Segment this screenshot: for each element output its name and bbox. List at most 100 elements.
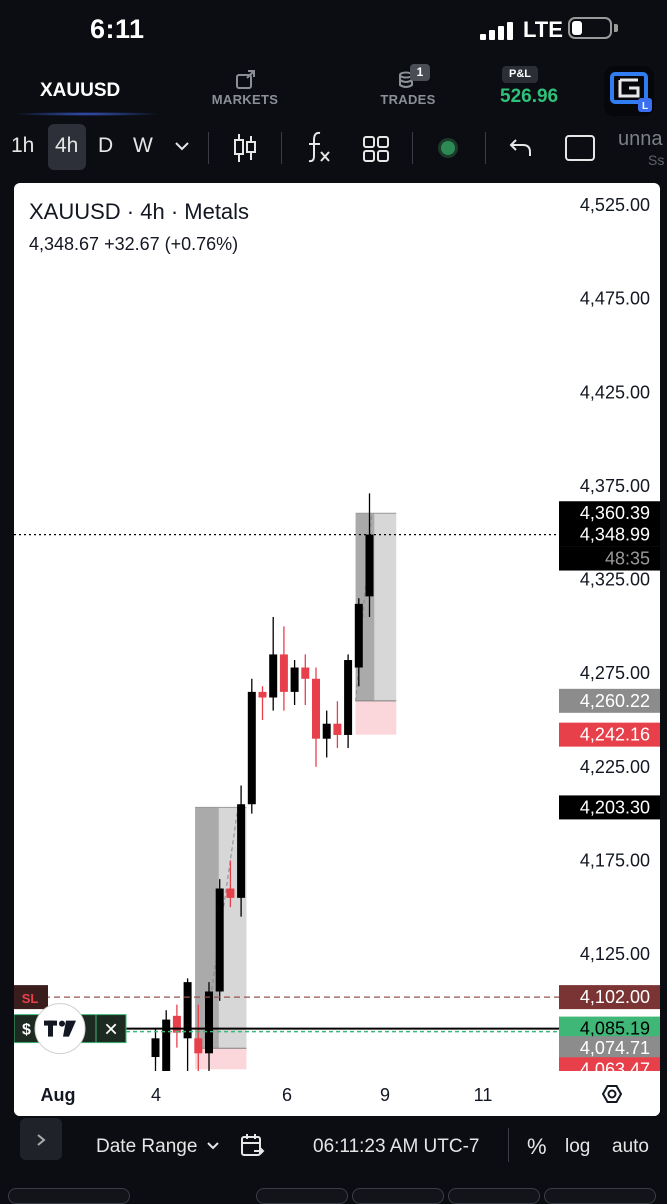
position-dollar-label: $: [22, 1022, 31, 1039]
candles-icon[interactable]: [232, 132, 258, 164]
price-tag-label: 4,348.99: [580, 525, 650, 545]
x-axis-tick-label: 4: [151, 1085, 161, 1105]
price-chart[interactable]: 4,525.00 4,475.00 4,425.00 4,375.00 4,325.00…: [14, 183, 660, 1116]
percent-scale-toggle[interactable]: %: [527, 1134, 547, 1160]
toolbar-divider: [412, 132, 413, 164]
toolbar-divider: [485, 132, 486, 164]
y-axis-tick-label: 4,375.00: [580, 476, 650, 496]
expand-panel-button[interactable]: [20, 1118, 62, 1160]
plot-area[interactable]: [151, 493, 397, 1098]
timeframe-d[interactable]: D: [98, 134, 113, 158]
y-axis-tick-label: 4,125.00: [580, 944, 650, 964]
pnl-label: P&L: [502, 66, 538, 83]
close-position-icon[interactable]: ✕: [103, 1020, 118, 1041]
candle-body: [344, 660, 353, 735]
pnl-value[interactable]: 526.96: [500, 86, 558, 108]
calendar-goto-icon[interactable]: [240, 1133, 266, 1159]
price-tag-label: 4,360.39: [580, 503, 650, 523]
x-axis-tick-label: 11: [474, 1085, 493, 1105]
candle-body: [172, 1015, 181, 1033]
candle-body: [258, 691, 267, 698]
y-axis-tick-label: 4,175.00: [580, 850, 650, 870]
status-time: 6:11: [90, 14, 145, 44]
layout-name[interactable]: unna: [618, 128, 667, 151]
y-axis-tick-label: 4,475.00: [580, 289, 650, 309]
tradingview-logo-badge: [34, 1003, 86, 1055]
price-tag-label: 4,102.00: [580, 987, 650, 1007]
tab-trades-label: TRADES: [380, 92, 436, 107]
trades-count-badge: 1: [410, 64, 430, 81]
chart-panel[interactable]: 4,525.00 4,475.00 4,425.00 4,375.00 4,325.00…: [14, 183, 660, 1116]
svg-text:L: L: [642, 101, 648, 112]
timeframe-w[interactable]: W: [133, 134, 153, 158]
price-tag-label: 4,260.22: [580, 691, 650, 711]
timeframe-4h[interactable]: 4h: [55, 134, 78, 158]
tab-markets-label: MARKETS: [211, 92, 279, 107]
chart-clock[interactable]: 06:11:23 AM UTC-7: [313, 1136, 480, 1158]
candle-body: [279, 654, 288, 692]
chart-title: XAUUSD · 4h · Metals: [29, 199, 250, 224]
candle-body: [226, 888, 235, 898]
price-tag-label: 4,085.19: [580, 1019, 650, 1039]
layout-subname: Ss: [648, 152, 665, 168]
battery-icon: [568, 17, 612, 39]
candle-body: [215, 888, 224, 992]
candle-body: [365, 534, 374, 597]
markets-icon: [236, 70, 255, 89]
candle-body: [237, 804, 246, 898]
auto-scale-toggle[interactable]: auto: [612, 1136, 649, 1158]
bottom-tab-pill[interactable]: [256, 1188, 348, 1204]
candle-body: [269, 654, 278, 698]
active-tab-indicator: [12, 112, 162, 116]
price-tag-label: 4,242.16: [580, 725, 650, 745]
app-logo-icon[interactable]: L: [604, 66, 654, 116]
y-axis-tick-label: 4,525.00: [580, 195, 650, 215]
candle-body: [333, 723, 342, 735]
signal-icon: [480, 22, 516, 40]
network-type: LTE: [523, 17, 563, 42]
battery-tip: [614, 24, 618, 32]
bottom-tab-pill[interactable]: [8, 1188, 130, 1204]
x-axis-tick-label: 6: [282, 1085, 292, 1105]
position-loss-zone: [195, 1048, 247, 1070]
live-status-icon[interactable]: [436, 136, 460, 160]
candle-body: [290, 667, 299, 692]
chart-ohlc-readout: 4,348.67 +32.67 (+0.76%): [29, 234, 239, 254]
x-axis-tick-label: Aug: [41, 1085, 76, 1105]
candle-body: [151, 1038, 160, 1058]
candle-body: [205, 991, 213, 1054]
chevron-down-icon[interactable]: [174, 140, 190, 152]
y-axis-tick-label: 4,325.00: [580, 570, 650, 590]
indicators-icon[interactable]: [304, 130, 332, 164]
bottom-tab-pill[interactable]: [544, 1188, 656, 1204]
candle-body: [183, 982, 192, 1039]
price-tag-label: 4,074.71: [580, 1038, 650, 1058]
position-loss-zone: [355, 700, 397, 735]
chevron-right-icon: [37, 1134, 46, 1147]
date-range-button[interactable]: Date Range: [96, 1136, 197, 1158]
candle-body: [301, 667, 310, 679]
log-scale-toggle[interactable]: log: [565, 1136, 590, 1158]
candle-body: [322, 723, 331, 739]
fullscreen-icon[interactable]: [564, 134, 596, 162]
x-axis-tick-label: 9: [380, 1085, 390, 1105]
y-axis-tick-label: 4,425.00: [580, 382, 650, 402]
chevron-down-icon[interactable]: [206, 1141, 220, 1151]
y-axis-tick-label: 4,225.00: [580, 757, 650, 777]
tab-symbol[interactable]: XAUUSD: [40, 80, 120, 102]
bottom-tab-pill[interactable]: [352, 1188, 444, 1204]
tab-trades[interactable]: TRADES: [368, 70, 448, 107]
tab-markets[interactable]: MARKETS: [205, 70, 285, 107]
toolbar-divider: [281, 132, 282, 164]
sl-marker-label: SL: [22, 991, 39, 1006]
x-axis-background: [14, 1071, 660, 1116]
layouts-grid-icon[interactable]: [362, 135, 390, 163]
undo-icon[interactable]: [508, 136, 534, 160]
candle-body: [312, 678, 320, 739]
bottom-bar-divider: [508, 1128, 509, 1162]
price-tag-label: 4,203.30: [580, 797, 650, 817]
price-tag-label: 48:35: [605, 549, 650, 569]
timeframe-1h[interactable]: 1h: [11, 134, 34, 158]
candle-body: [247, 691, 256, 805]
bottom-tab-pill[interactable]: [448, 1188, 540, 1204]
